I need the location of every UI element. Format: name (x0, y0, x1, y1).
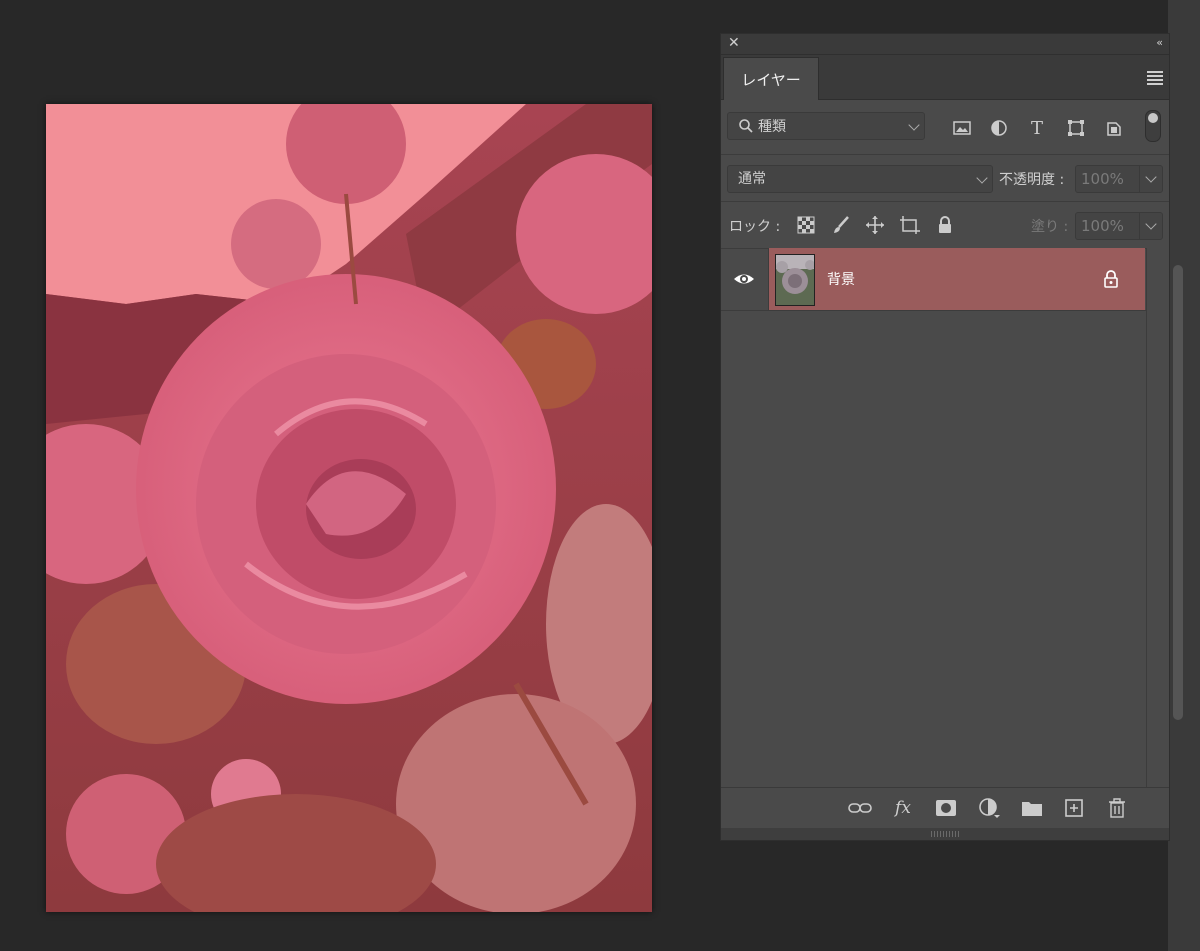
visibility-eye-icon[interactable] (733, 268, 755, 290)
layers-list: 背景 (721, 248, 1169, 788)
panel-tab-bar: レイヤー (721, 55, 1169, 100)
tab-layers-label: レイヤー (741, 70, 801, 89)
lock-row: ロック : 塗り : 100% (721, 202, 1169, 249)
search-icon (739, 119, 753, 133)
opacity-input[interactable]: 100% (1075, 165, 1163, 193)
lock-all-icon[interactable] (934, 214, 956, 236)
chevron-down-icon[interactable] (1145, 218, 1157, 230)
chevron-down-icon (908, 119, 920, 131)
new-group-icon[interactable] (1020, 797, 1044, 819)
fill-label: 塗り : (1031, 219, 1069, 235)
add-mask-icon[interactable] (934, 797, 958, 819)
lock-artboard-icon[interactable] (899, 214, 921, 236)
layers-panel: ✕ ‹‹ レイヤー 種類 T 通常 不透明度 : 100% ロック: 塗り:… (720, 33, 1170, 841)
filter-row: 種類 T (721, 100, 1169, 155)
layer-lock-icon[interactable] (1103, 270, 1119, 288)
chevron-down-icon (976, 172, 988, 184)
link-layers-icon[interactable] (848, 797, 872, 819)
collapse-double-chevron-icon[interactable]: ‹‹ (1156, 36, 1163, 49)
document-canvas[interactable] (46, 104, 652, 912)
layer-row[interactable]: 背景 (769, 248, 1145, 310)
smart-object-filter-icon[interactable] (1104, 118, 1124, 138)
layer-thumbnail (775, 254, 815, 306)
panel-title-bar: ✕ ‹‹ (721, 34, 1169, 55)
rose-photo-image (46, 104, 652, 912)
image-filter-icon[interactable] (952, 118, 972, 138)
panel-resize-grip[interactable] (721, 828, 1169, 840)
trash-icon[interactable] (1105, 797, 1129, 819)
new-layer-icon[interactable] (1062, 797, 1086, 819)
type-filter-icon[interactable]: T (1027, 118, 1047, 139)
layer-name: 背景 (827, 272, 855, 288)
adjustment-layer-icon[interactable] (977, 797, 1001, 819)
chevron-down-icon[interactable] (1145, 171, 1157, 183)
fx-icon[interactable]: fx (891, 797, 915, 819)
close-icon[interactable]: ✕ (728, 35, 740, 51)
adjustment-filter-icon[interactable] (989, 118, 1009, 138)
lock-position-icon[interactable] (864, 214, 886, 236)
blend-row: 通常 不透明度 : 100% (721, 155, 1169, 202)
blend-mode-value: 通常 (738, 171, 766, 187)
opacity-value: 100% (1081, 170, 1124, 188)
panel-bottom-toolbar: fx (721, 787, 1169, 828)
lock-transparency-icon[interactable] (795, 214, 817, 236)
layers-scrollbar[interactable] (1146, 248, 1169, 788)
blend-mode-select[interactable]: 通常 (727, 165, 993, 193)
opacity-label: 不透明度 : (999, 172, 1065, 188)
shape-filter-icon[interactable] (1066, 118, 1086, 138)
layer-kind-filter[interactable]: 種類 (727, 112, 925, 140)
lock-paint-icon[interactable] (830, 214, 852, 236)
lock-label: ロック : (729, 219, 781, 235)
panel-menu-icon[interactable] (1147, 71, 1163, 85)
right-edge-scrollbar[interactable] (1168, 0, 1200, 951)
fill-input[interactable]: 100% (1075, 212, 1163, 240)
filter-toggle-switch[interactable] (1145, 110, 1161, 142)
filter-kind-value: 種類 (758, 119, 786, 135)
tab-layers[interactable]: レイヤー (723, 57, 819, 100)
fill-value: 100% (1081, 217, 1124, 235)
edge-scroll-thumb[interactable] (1173, 265, 1183, 720)
